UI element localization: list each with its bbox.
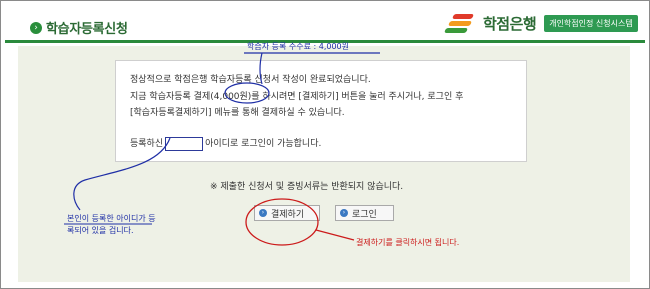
fee-annotation-line — [244, 52, 380, 85]
fee-annotation: 학습자 등록 수수료 : 4,000원 — [247, 42, 350, 51]
fee-amount-circle — [224, 82, 270, 104]
id-annotation-line — [73, 137, 171, 211]
click-annotation: 결제하기를 클릭하시면 됩니다. — [356, 238, 460, 247]
pay-button-circle — [245, 198, 319, 246]
click-annotation-line — [315, 229, 355, 241]
id-annotation-line-2: 록되어 있을 겁니다. — [67, 226, 134, 235]
id-annotation-line-1: 본인이 등록한 아이디가 등 — [67, 214, 156, 223]
